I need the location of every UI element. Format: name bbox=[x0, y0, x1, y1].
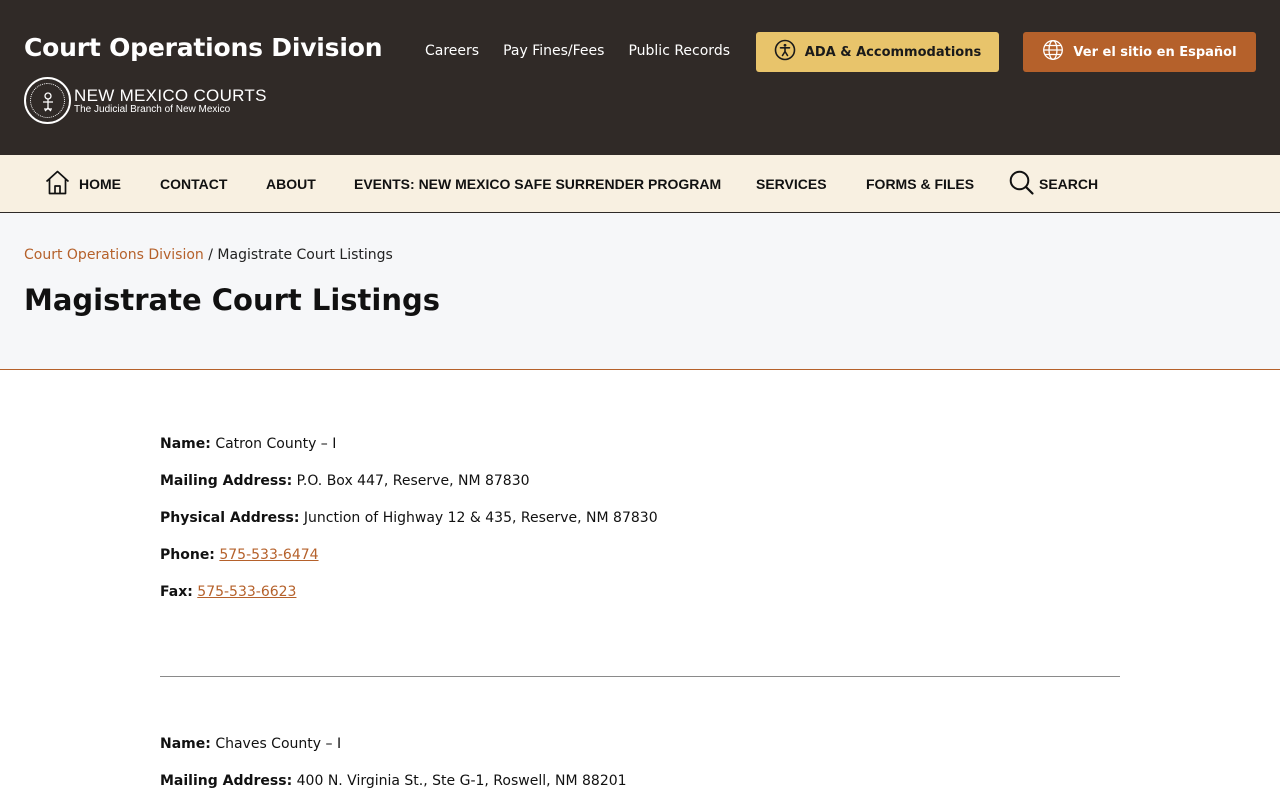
ada-button-label: ADA & Accommodations bbox=[804, 44, 982, 60]
court-listing: Name: Chaves County – I Mailing Address:… bbox=[160, 735, 1120, 809]
fax-label: Fax: bbox=[160, 584, 193, 600]
nav-search[interactable]: SEARCH bbox=[1008, 155, 1098, 212]
nav-events[interactable]: EVENTS: NEW MEXICO SAFE SURRENDER PROGRA… bbox=[354, 155, 721, 212]
site-header: Court Operations Division NEW MEXICO COU… bbox=[0, 0, 1280, 155]
listing-name-row: Name: Chaves County – I bbox=[160, 735, 1120, 772]
court-name: Catron County – I bbox=[215, 436, 337, 452]
spanish-button-label: Ver el sitio en Español bbox=[1073, 44, 1237, 60]
careers-link[interactable]: Careers bbox=[425, 43, 479, 59]
main-nav: HOME CONTACT ABOUT EVENTS: NEW MEXICO SA… bbox=[0, 155, 1280, 213]
phone-link[interactable]: 575-533-6474 bbox=[219, 547, 318, 563]
court-name: Chaves County – I bbox=[215, 736, 342, 752]
mailing-label: Mailing Address: bbox=[160, 473, 293, 489]
logo-title: NEW MEXICO COURTS bbox=[74, 85, 267, 105]
breadcrumb-current: Magistrate Court Listings bbox=[217, 247, 393, 263]
court-listing: Name: Catron County – I Mailing Address:… bbox=[160, 435, 1120, 620]
page-title: Magistrate Court Listings bbox=[24, 283, 441, 317]
listing-divider bbox=[160, 676, 1120, 677]
fax-link[interactable]: 575-533-6623 bbox=[197, 584, 296, 600]
breadcrumb-separator: / bbox=[203, 247, 218, 263]
utility-nav: Careers Pay Fines/Fees Public Records bbox=[425, 43, 730, 59]
logo-subtitle: The Judicial Branch of New Mexico bbox=[74, 103, 231, 115]
listing-name-row: Name: Catron County – I bbox=[160, 435, 1120, 472]
listing-mailing-row: Mailing Address: 400 N. Virginia St., St… bbox=[160, 772, 1120, 809]
home-icon bbox=[44, 169, 71, 199]
search-icon bbox=[1008, 169, 1035, 199]
pay-fines-link[interactable]: Pay Fines/Fees bbox=[503, 43, 604, 59]
nav-about[interactable]: ABOUT bbox=[266, 155, 316, 212]
nav-forms-files[interactable]: FORMS & FILES bbox=[866, 155, 974, 212]
site-title[interactable]: Court Operations Division bbox=[24, 33, 382, 62]
listing-mailing-row: Mailing Address: P.O. Box 447, Reserve, … bbox=[160, 472, 1120, 509]
accessibility-icon bbox=[774, 39, 796, 65]
physical-label: Physical Address: bbox=[160, 510, 300, 526]
phone-label: Phone: bbox=[160, 547, 215, 563]
listing-physical-row: Physical Address: Junction of Highway 12… bbox=[160, 509, 1120, 546]
mailing-address: P.O. Box 447, Reserve, NM 87830 bbox=[296, 473, 530, 489]
listing-fax-row: Fax: 575-533-6623 bbox=[160, 583, 1120, 620]
public-records-link[interactable]: Public Records bbox=[628, 43, 730, 59]
name-label: Name: bbox=[160, 736, 211, 752]
nav-home-label: HOME bbox=[79, 175, 121, 192]
listing-phone-row: Phone: 575-533-6474 bbox=[160, 546, 1120, 583]
nav-home[interactable]: HOME bbox=[44, 155, 121, 212]
nav-services[interactable]: SERVICES bbox=[756, 155, 827, 212]
breadcrumb: Court Operations Division / Magistrate C… bbox=[24, 247, 393, 263]
globe-icon bbox=[1042, 39, 1064, 65]
ada-accommodations-button[interactable]: ADA & Accommodations bbox=[756, 32, 999, 72]
court-seal-icon bbox=[24, 77, 71, 124]
mailing-label: Mailing Address: bbox=[160, 773, 293, 789]
spanish-site-button[interactable]: Ver el sitio en Español bbox=[1023, 32, 1256, 72]
nav-contact[interactable]: CONTACT bbox=[160, 155, 227, 212]
name-label: Name: bbox=[160, 436, 211, 452]
nav-search-label: SEARCH bbox=[1039, 175, 1099, 192]
mailing-address: 400 N. Virginia St., Ste G-1, Roswell, N… bbox=[296, 773, 627, 789]
new-mexico-courts-logo[interactable]: NEW MEXICO COURTS The Judicial Branch of… bbox=[24, 77, 267, 124]
page-header: Court Operations Division / Magistrate C… bbox=[0, 213, 1280, 370]
physical-address: Junction of Highway 12 & 435, Reserve, N… bbox=[303, 510, 658, 526]
breadcrumb-parent-link[interactable]: Court Operations Division bbox=[24, 247, 204, 263]
